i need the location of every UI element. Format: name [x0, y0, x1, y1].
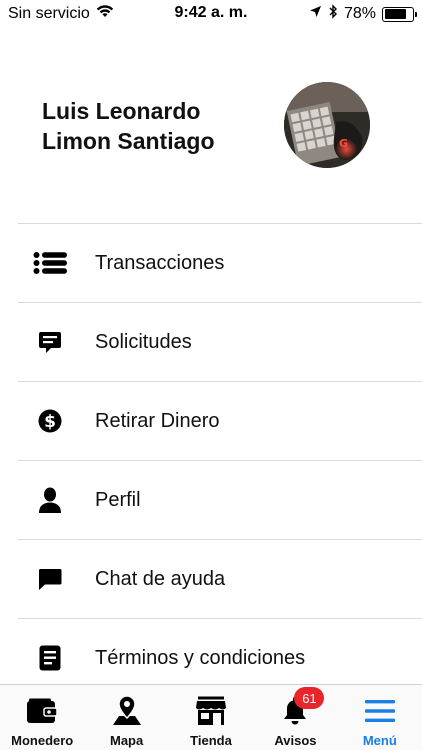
avatar[interactable]: G	[284, 82, 370, 168]
menu-item-transacciones[interactable]: Transacciones	[18, 223, 422, 302]
wallet-icon	[26, 695, 58, 727]
hamburger-icon	[364, 695, 396, 727]
profile-name-line2: Limon Santiago	[42, 128, 215, 154]
notification-badge: 61	[294, 687, 325, 709]
battery-fill	[384, 9, 406, 19]
tab-label: Monedero	[11, 733, 74, 748]
tab-bar: Monedero Mapa Tienda 61 Avisos Menú	[0, 684, 422, 750]
location-arrow-icon	[309, 5, 322, 23]
menu-item-chat-de-ayuda[interactable]: Chat de ayuda	[18, 539, 422, 618]
tab-monedero[interactable]: Monedero	[0, 685, 84, 750]
tab-label: Menú	[362, 733, 397, 748]
menu-item-label: Transacciones	[95, 251, 225, 274]
dollar-circle-icon: $	[32, 406, 68, 436]
tab-label: Tienda	[190, 733, 232, 748]
menu-item-label: Chat de ayuda	[95, 567, 226, 590]
chat-bubble-text-icon	[32, 327, 68, 357]
tab-menu[interactable]: Menú	[338, 685, 422, 750]
menu-screen: Sin servicio 9:42 a. m. 78% Luis Leonard…	[0, 0, 422, 750]
tab-avisos[interactable]: 61 Avisos	[253, 685, 337, 750]
menu-item-label: Términos y condiciones	[95, 646, 306, 669]
battery-percent: 78%	[343, 5, 376, 22]
menu-item-solicitudes[interactable]: Solicitudes	[18, 302, 422, 381]
tab-mapa[interactable]: Mapa	[84, 685, 168, 750]
avatar-photo: G	[284, 82, 370, 168]
menu-item-retirar-dinero[interactable]: $ Retirar Dinero	[18, 381, 422, 460]
bluetooth-icon	[328, 4, 338, 24]
menu-item-label: Perfil	[95, 488, 141, 511]
battery-icon	[382, 6, 417, 22]
map-pin-icon	[111, 695, 143, 727]
list-icon	[32, 248, 68, 278]
tab-label: Mapa	[109, 733, 144, 748]
menu-item-label: Solicitudes	[95, 330, 192, 353]
person-icon	[32, 485, 68, 515]
store-icon	[195, 695, 227, 727]
svg-text:G: G	[339, 137, 348, 150]
tab-label: Avisos	[274, 733, 317, 748]
menu-item-label: Retirar Dinero	[95, 409, 220, 432]
tab-tienda[interactable]: Tienda	[169, 685, 253, 750]
menu-item-perfil[interactable]: Perfil	[18, 460, 422, 539]
svg-text:$: $	[44, 412, 56, 432]
status-bar: Sin servicio 9:42 a. m. 78%	[0, 0, 422, 28]
chat-bubble-icon	[32, 564, 68, 594]
status-right: 78%	[309, 4, 417, 24]
profile-name: Luis Leonardo Limon Santiago	[42, 96, 272, 156]
bell-icon: 61	[282, 687, 325, 727]
document-icon	[32, 643, 68, 673]
menu-list: Transacciones Solicitudes $ Retirar Dine…	[18, 223, 422, 697]
profile-name-line1: Luis Leonardo	[42, 98, 201, 124]
